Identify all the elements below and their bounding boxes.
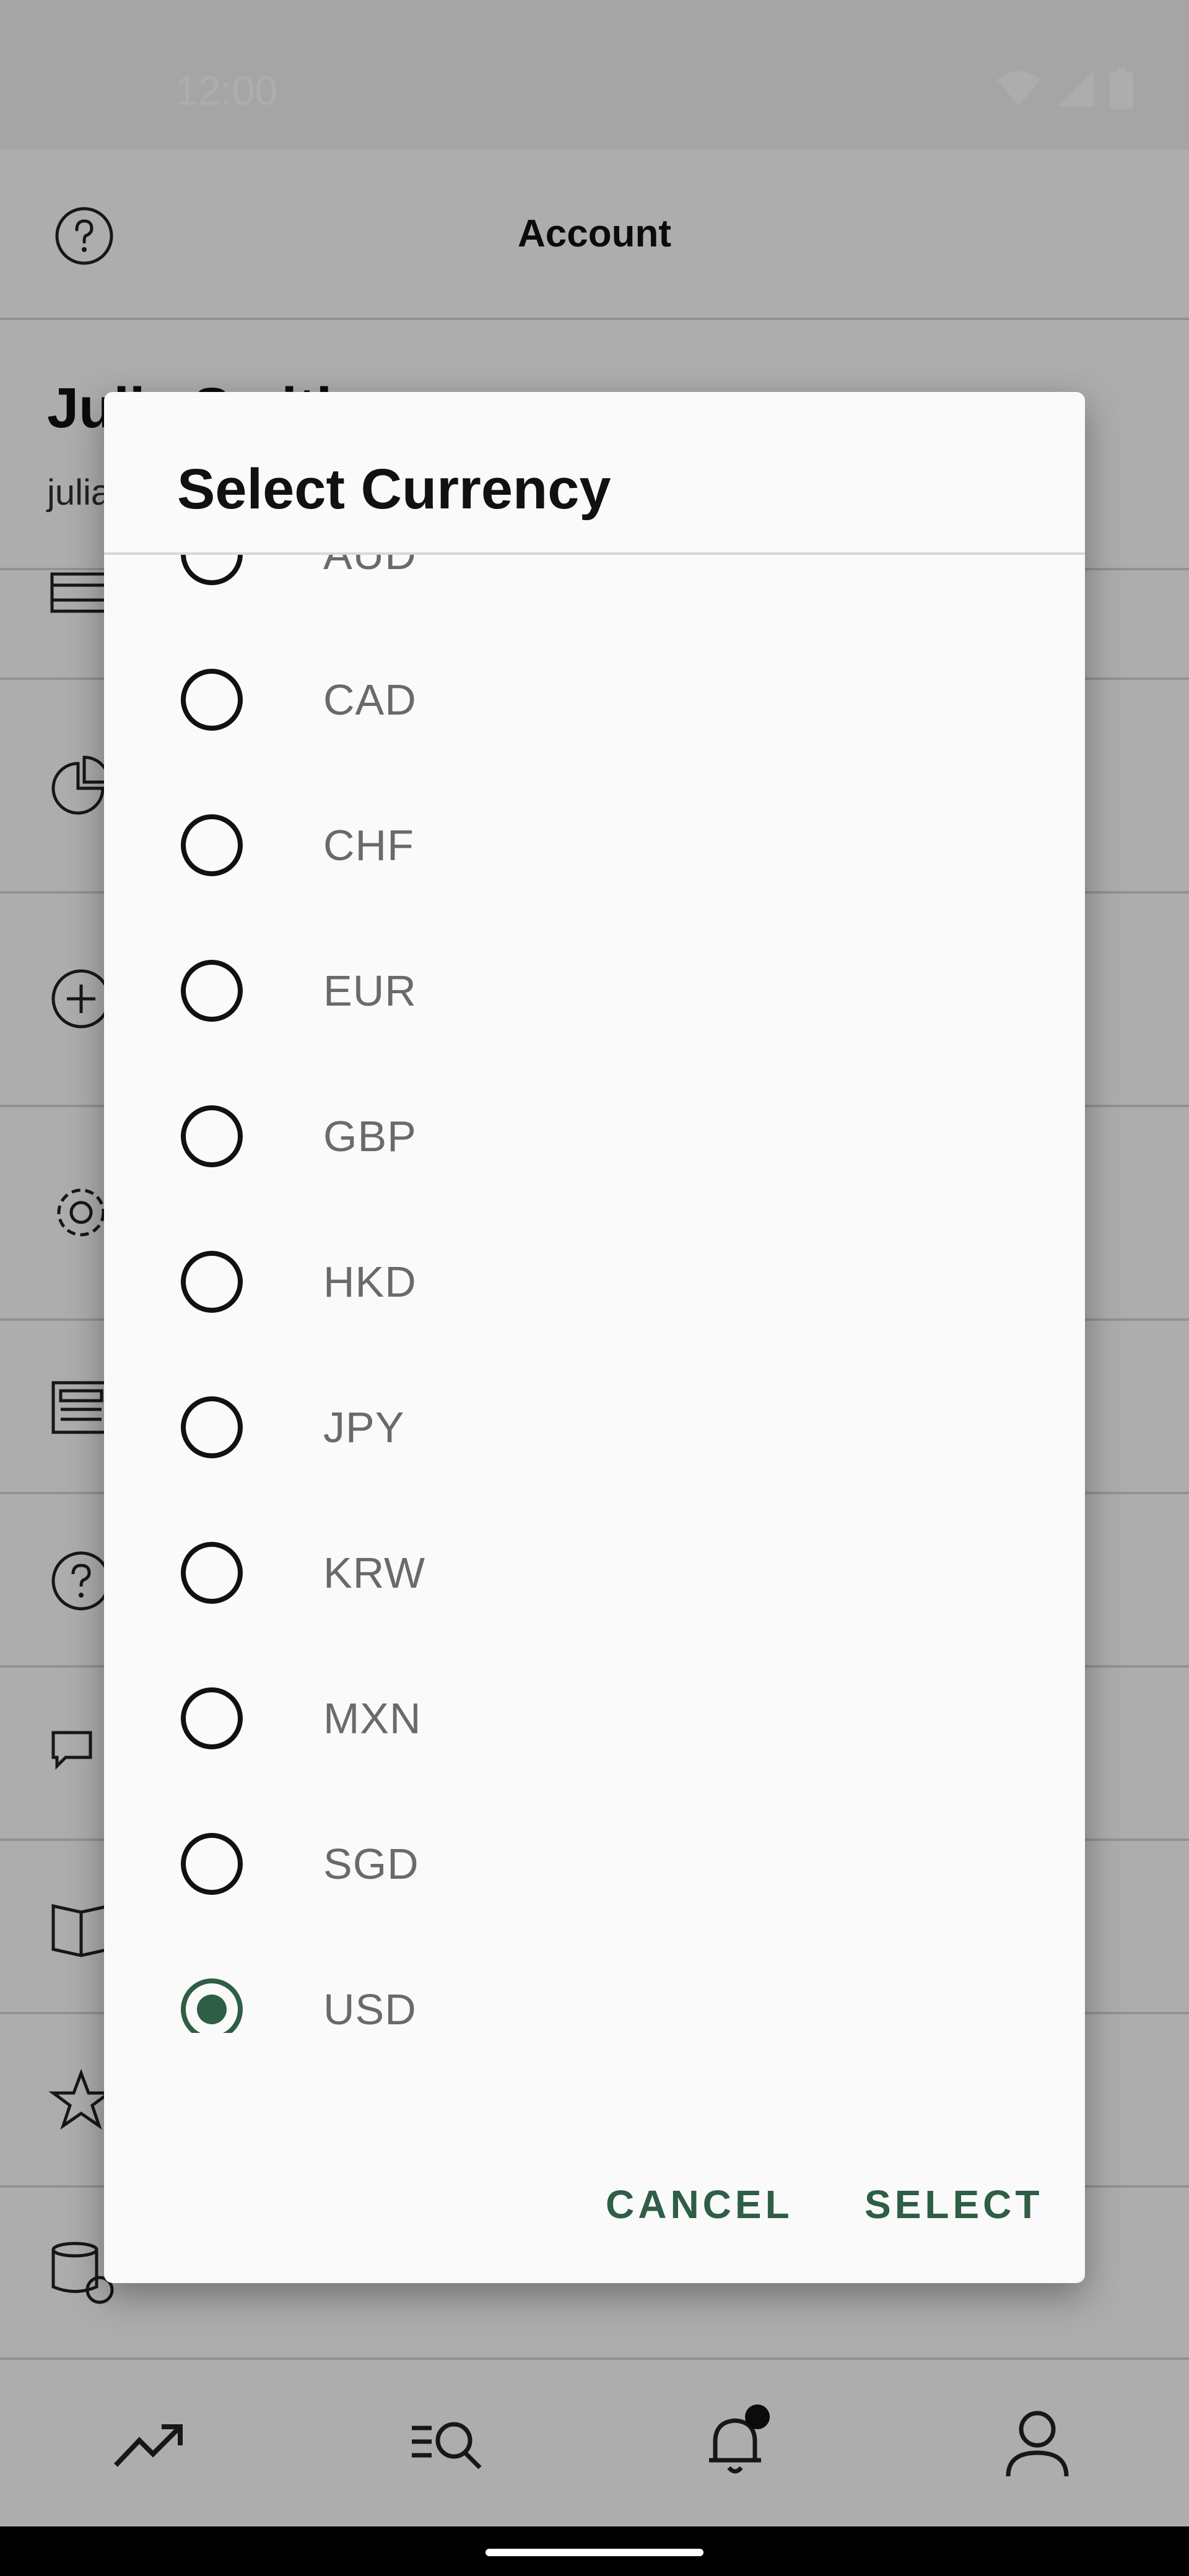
cancel-button[interactable]: CANCEL [606,2182,793,2227]
currency-label: AUD [323,555,417,579]
dialog-title: Select Currency [177,458,611,521]
currency-label: USD [323,1985,417,2033]
radio-button[interactable] [181,1542,243,1604]
select-button[interactable]: SELECT [865,2182,1043,2227]
currency-label: SGD [323,1840,419,1888]
currency-option-krw[interactable]: KRW [104,1500,1085,1646]
radio-button[interactable] [181,1833,243,1895]
currency-label: MXN [323,1694,422,1743]
currency-option-chf[interactable]: CHF [104,773,1085,918]
radio-button-selected[interactable] [181,1978,243,2033]
currency-label: KRW [323,1549,426,1597]
currency-option-mxn[interactable]: MXN [104,1646,1085,1791]
currency-option-aud[interactable]: AUD [104,555,1085,627]
currency-label: JPY [323,1403,405,1451]
radio-button[interactable] [181,1396,243,1458]
currency-label: HKD [323,1258,417,1306]
radio-button[interactable] [181,669,243,731]
currency-option-eur[interactable]: EUR [104,918,1085,1064]
radio-button[interactable] [181,1105,243,1167]
radio-button[interactable] [181,1251,243,1313]
radio-button[interactable] [181,814,243,876]
currency-option-jpy[interactable]: JPY [104,1355,1085,1500]
currency-option-hkd[interactable]: HKD [104,1209,1085,1355]
currency-label: CAD [323,676,417,724]
select-currency-dialog: Select Currency AUD CAD CHF EUR GBP HKD [104,392,1085,2283]
currency-option-cad[interactable]: CAD [104,627,1085,773]
radio-button[interactable] [181,1687,243,1749]
currency-label: CHF [323,821,414,869]
currency-option-usd[interactable]: USD [104,1937,1085,2033]
radio-button[interactable] [181,555,243,585]
currency-option-sgd[interactable]: SGD [104,1791,1085,1937]
home-gesture-handle[interactable] [486,2549,703,2556]
currency-option-gbp[interactable]: GBP [104,1064,1085,1209]
currency-label: GBP [323,1112,417,1160]
currency-label: EUR [323,967,417,1015]
currency-options-list[interactable]: AUD CAD CHF EUR GBP HKD JPY KRW [104,555,1085,2033]
radio-button[interactable] [181,960,243,1022]
